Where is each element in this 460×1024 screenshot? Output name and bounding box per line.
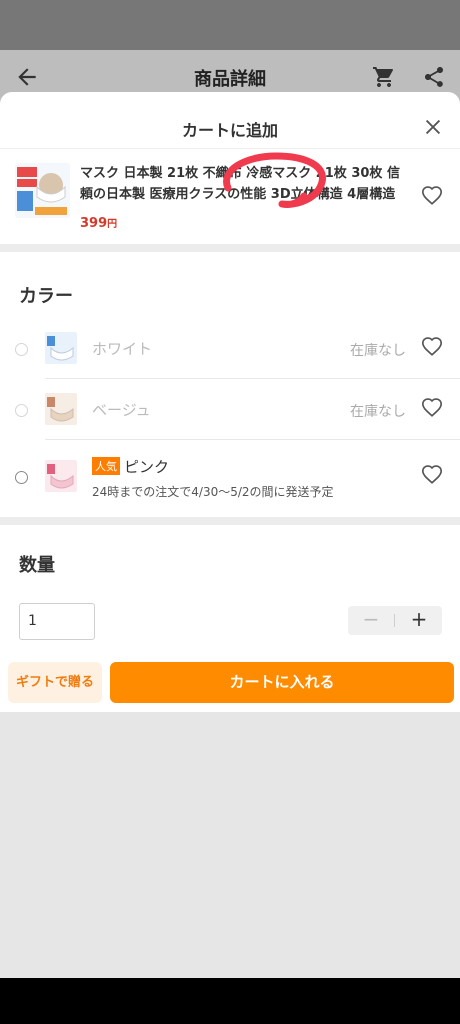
sheet-title: カートに追加 — [181, 121, 278, 140]
quantity-section-title: 数量 — [19, 555, 55, 576]
radio-pink[interactable] — [15, 471, 28, 484]
gift-button[interactable]: ギフトで贈る — [8, 662, 102, 703]
color-label-white: ホワイト — [92, 340, 153, 358]
shipping-estimate: 24時までの注文で4/30〜5/2の間に発送予定 — [92, 485, 334, 499]
stepper-divider — [394, 614, 395, 627]
option-separator — [45, 378, 460, 379]
decrement-button[interactable]: − — [348, 606, 394, 635]
product-summary: マスク 日本製 21枚 不織布 冷感マスク 21枚 30枚 信頼の日本製 医療用… — [0, 148, 460, 244]
quantity-input[interactable]: 1 — [19, 603, 95, 640]
sheet-header: カートに追加 — [0, 92, 460, 148]
option-separator — [45, 439, 460, 440]
sheet-footer: ギフトで贈る カートに入れる — [0, 654, 460, 712]
favorite-heart-icon[interactable] — [421, 185, 443, 207]
cart-icon[interactable] — [372, 65, 396, 89]
add-to-cart-sheet: カートに追加 マスク 日本製 21枚 不織布 冷感マスク 21枚 30枚 信頼の… — [0, 92, 460, 712]
radio-beige[interactable] — [15, 404, 28, 417]
close-icon[interactable] — [422, 116, 444, 138]
white-mask-thumbnail — [45, 332, 77, 364]
quantity-section: 数量 1 − + — [0, 525, 460, 652]
radio-white[interactable] — [15, 343, 28, 356]
status-bar — [0, 0, 460, 50]
add-to-cart-button[interactable]: カートに入れる — [110, 662, 454, 703]
pink-mask-thumbnail — [45, 460, 77, 492]
color-section-title: カラー — [19, 286, 73, 307]
popular-badge: 人気 — [92, 457, 120, 475]
stock-status-white: 在庫なし — [350, 343, 406, 359]
color-label-pink: 人気 ピンク — [92, 456, 169, 477]
product-thumbnail — [15, 163, 70, 218]
favorite-heart-icon[interactable] — [421, 397, 443, 419]
quantity-stepper: − + — [348, 606, 442, 635]
stock-status-beige: 在庫なし — [350, 404, 406, 420]
section-divider — [0, 244, 460, 252]
color-section: カラー ホワイト 在庫なし ベージュ 在庫なし 人気 ピンク 24時までの注文で… — [0, 252, 460, 517]
product-name: マスク 日本製 21枚 不織布 冷感マスク 21枚 30枚 信頼の日本製 医療用… — [80, 166, 400, 202]
share-icon[interactable] — [422, 65, 446, 89]
section-divider — [0, 517, 460, 525]
favorite-heart-icon[interactable] — [421, 336, 443, 358]
increment-button[interactable]: + — [396, 606, 442, 635]
beige-mask-thumbnail — [45, 393, 77, 425]
color-label-beige: ベージュ — [92, 401, 151, 419]
favorite-heart-icon[interactable] — [421, 464, 443, 486]
system-nav-bar — [0, 978, 460, 1024]
product-price: 399円 — [80, 216, 118, 231]
